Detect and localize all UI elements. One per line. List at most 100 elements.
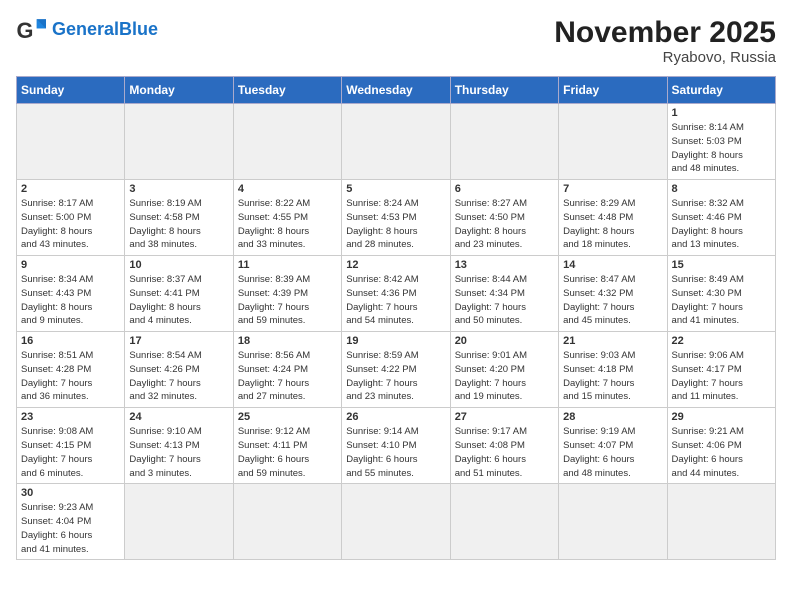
day-cell: 15Sunrise: 8:49 AM Sunset: 4:30 PM Dayli… — [667, 256, 775, 332]
day-info: Sunrise: 8:51 AM Sunset: 4:28 PM Dayligh… — [21, 349, 120, 404]
day-number: 3 — [129, 183, 228, 195]
day-cell: 5 Sunrise: 8:24 AM Sunset: 4:53 PM Daylig… — [342, 180, 450, 256]
day-cell — [559, 104, 667, 180]
day-cell: 14Sunrise: 8:47 AM Sunset: 4:32 PM Dayli… — [559, 256, 667, 332]
col-header-wednesday: Wednesday — [342, 77, 450, 104]
day-cell: 8 Sunrise: 8:32 AM Sunset: 4:46 PM Daylig… — [667, 180, 775, 256]
day-number: 12 — [346, 259, 445, 271]
day-cell: 17Sunrise: 8:54 AM Sunset: 4:26 PM Dayli… — [125, 332, 233, 408]
day-number: 13 — [455, 259, 554, 271]
day-number: 5 — [346, 183, 445, 195]
day-info: Sunrise: 8:42 AM Sunset: 4:36 PM Dayligh… — [346, 273, 445, 328]
day-cell: 21 Sunrise: 9:03 AM Sunset: 4:18 PM Dayli… — [559, 332, 667, 408]
day-number: 4 — [238, 183, 337, 195]
day-info: Sunrise: 8:32 AM Sunset: 4:46 PM Dayligh… — [672, 197, 771, 252]
day-cell — [667, 484, 775, 560]
week-row-5: 23Sunrise: 9:08 AM Sunset: 4:15 PM Dayli… — [17, 408, 776, 484]
day-cell: 7 Sunrise: 8:29 AM Sunset: 4:48 PM Daylig… — [559, 180, 667, 256]
day-number: 29 — [672, 411, 771, 423]
day-cell: 3Sunrise: 8:19 AM Sunset: 4:58 PM Daylig… — [125, 180, 233, 256]
day-number: 27 — [455, 411, 554, 423]
day-number: 28 — [563, 411, 662, 423]
title-block: November 2025 Ryabovo, Russia — [554, 16, 776, 66]
day-info: Sunrise: 8:29 AM Sunset: 4:48 PM Dayligh… — [563, 197, 662, 252]
day-cell — [233, 484, 341, 560]
day-cell — [342, 484, 450, 560]
day-number: 18 — [238, 335, 337, 347]
day-cell: 16 Sunrise: 8:51 AM Sunset: 4:28 PM Dayli… — [17, 332, 125, 408]
day-info: Sunrise: 8:37 AM Sunset: 4:41 PM Dayligh… — [129, 273, 228, 328]
day-cell: 29 Sunrise: 9:21 AM Sunset: 4:06 PM Dayli… — [667, 408, 775, 484]
day-number: 26 — [346, 411, 445, 423]
day-number: 30 — [21, 487, 120, 499]
day-cell: 9 Sunrise: 8:34 AM Sunset: 4:43 PM Daylig… — [17, 256, 125, 332]
day-cell: 30Sunrise: 9:23 AM Sunset: 4:04 PM Dayli… — [17, 484, 125, 560]
day-cell — [559, 484, 667, 560]
day-number: 11 — [238, 259, 337, 271]
day-number: 23 — [21, 411, 120, 423]
day-number: 16 — [21, 335, 120, 347]
day-info: Sunrise: 8:27 AM Sunset: 4:50 PM Dayligh… — [455, 197, 554, 252]
day-cell — [233, 104, 341, 180]
day-info: Sunrise: 9:10 AM Sunset: 4:13 PM Dayligh… — [129, 425, 228, 480]
logo-blue: Blue — [119, 19, 158, 39]
day-info: Sunrise: 8:44 AM Sunset: 4:34 PM Dayligh… — [455, 273, 554, 328]
day-number: 1 — [672, 107, 771, 119]
col-header-saturday: Saturday — [667, 77, 775, 104]
day-cell: 22 Sunrise: 9:06 AM Sunset: 4:17 PM Dayli… — [667, 332, 775, 408]
day-number: 8 — [672, 183, 771, 195]
logo-general: General — [52, 19, 119, 39]
day-cell: 4Sunrise: 8:22 AM Sunset: 4:55 PM Daylig… — [233, 180, 341, 256]
week-row-2: 2 Sunrise: 8:17 AM Sunset: 5:00 PM Daylig… — [17, 180, 776, 256]
day-cell — [342, 104, 450, 180]
day-cell: 1Sunrise: 8:14 AM Sunset: 5:03 PM Daylig… — [667, 104, 775, 180]
svg-text:G: G — [16, 18, 33, 43]
day-cell: 13 Sunrise: 8:44 AM Sunset: 4:34 PM Dayli… — [450, 256, 558, 332]
day-number: 9 — [21, 259, 120, 271]
logo-icon: G — [16, 16, 48, 44]
day-cell: 20Sunrise: 9:01 AM Sunset: 4:20 PM Dayli… — [450, 332, 558, 408]
day-number: 20 — [455, 335, 554, 347]
day-info: Sunrise: 8:54 AM Sunset: 4:26 PM Dayligh… — [129, 349, 228, 404]
day-cell: 12 Sunrise: 8:42 AM Sunset: 4:36 PM Dayli… — [342, 256, 450, 332]
day-info: Sunrise: 9:03 AM Sunset: 4:18 PM Dayligh… — [563, 349, 662, 404]
day-cell: 2 Sunrise: 8:17 AM Sunset: 5:00 PM Daylig… — [17, 180, 125, 256]
day-info: Sunrise: 8:34 AM Sunset: 4:43 PM Dayligh… — [21, 273, 120, 328]
day-number: 2 — [21, 183, 120, 195]
day-info: Sunrise: 9:06 AM Sunset: 4:17 PM Dayligh… — [672, 349, 771, 404]
day-cell: 27 Sunrise: 9:17 AM Sunset: 4:08 PM Dayli… — [450, 408, 558, 484]
month-title: November 2025 — [554, 16, 776, 49]
day-number: 10 — [129, 259, 228, 271]
day-number: 21 — [563, 335, 662, 347]
week-row-6: 30Sunrise: 9:23 AM Sunset: 4:04 PM Dayli… — [17, 484, 776, 560]
col-header-tuesday: Tuesday — [233, 77, 341, 104]
calendar-header-row: SundayMondayTuesdayWednesdayThursdayFrid… — [17, 77, 776, 104]
day-number: 7 — [563, 183, 662, 195]
day-number: 22 — [672, 335, 771, 347]
day-info: Sunrise: 8:49 AM Sunset: 4:30 PM Dayligh… — [672, 273, 771, 328]
logo-text: GeneralBlue — [52, 20, 158, 40]
day-info: Sunrise: 8:56 AM Sunset: 4:24 PM Dayligh… — [238, 349, 337, 404]
week-row-3: 9 Sunrise: 8:34 AM Sunset: 4:43 PM Daylig… — [17, 256, 776, 332]
week-row-4: 16 Sunrise: 8:51 AM Sunset: 4:28 PM Dayli… — [17, 332, 776, 408]
day-cell: 19Sunrise: 8:59 AM Sunset: 4:22 PM Dayli… — [342, 332, 450, 408]
day-cell: 23Sunrise: 9:08 AM Sunset: 4:15 PM Dayli… — [17, 408, 125, 484]
day-info: Sunrise: 9:17 AM Sunset: 4:08 PM Dayligh… — [455, 425, 554, 480]
day-info: Sunrise: 8:24 AM Sunset: 4:53 PM Dayligh… — [346, 197, 445, 252]
day-cell: 24Sunrise: 9:10 AM Sunset: 4:13 PM Dayli… — [125, 408, 233, 484]
day-cell: 10 Sunrise: 8:37 AM Sunset: 4:41 PM Dayli… — [125, 256, 233, 332]
week-row-1: 1Sunrise: 8:14 AM Sunset: 5:03 PM Daylig… — [17, 104, 776, 180]
col-header-sunday: Sunday — [17, 77, 125, 104]
day-info: Sunrise: 9:19 AM Sunset: 4:07 PM Dayligh… — [563, 425, 662, 480]
page: G GeneralBlue November 2025 Ryabovo, Rus… — [0, 0, 792, 570]
day-info: Sunrise: 9:21 AM Sunset: 4:06 PM Dayligh… — [672, 425, 771, 480]
day-cell — [450, 104, 558, 180]
day-info: Sunrise: 8:17 AM Sunset: 5:00 PM Dayligh… — [21, 197, 120, 252]
day-cell — [125, 484, 233, 560]
day-info: Sunrise: 9:12 AM Sunset: 4:11 PM Dayligh… — [238, 425, 337, 480]
day-info: Sunrise: 8:59 AM Sunset: 4:22 PM Dayligh… — [346, 349, 445, 404]
day-cell — [450, 484, 558, 560]
day-cell: 18 Sunrise: 8:56 AM Sunset: 4:24 PM Dayli… — [233, 332, 341, 408]
day-cell — [125, 104, 233, 180]
day-info: Sunrise: 8:39 AM Sunset: 4:39 PM Dayligh… — [238, 273, 337, 328]
